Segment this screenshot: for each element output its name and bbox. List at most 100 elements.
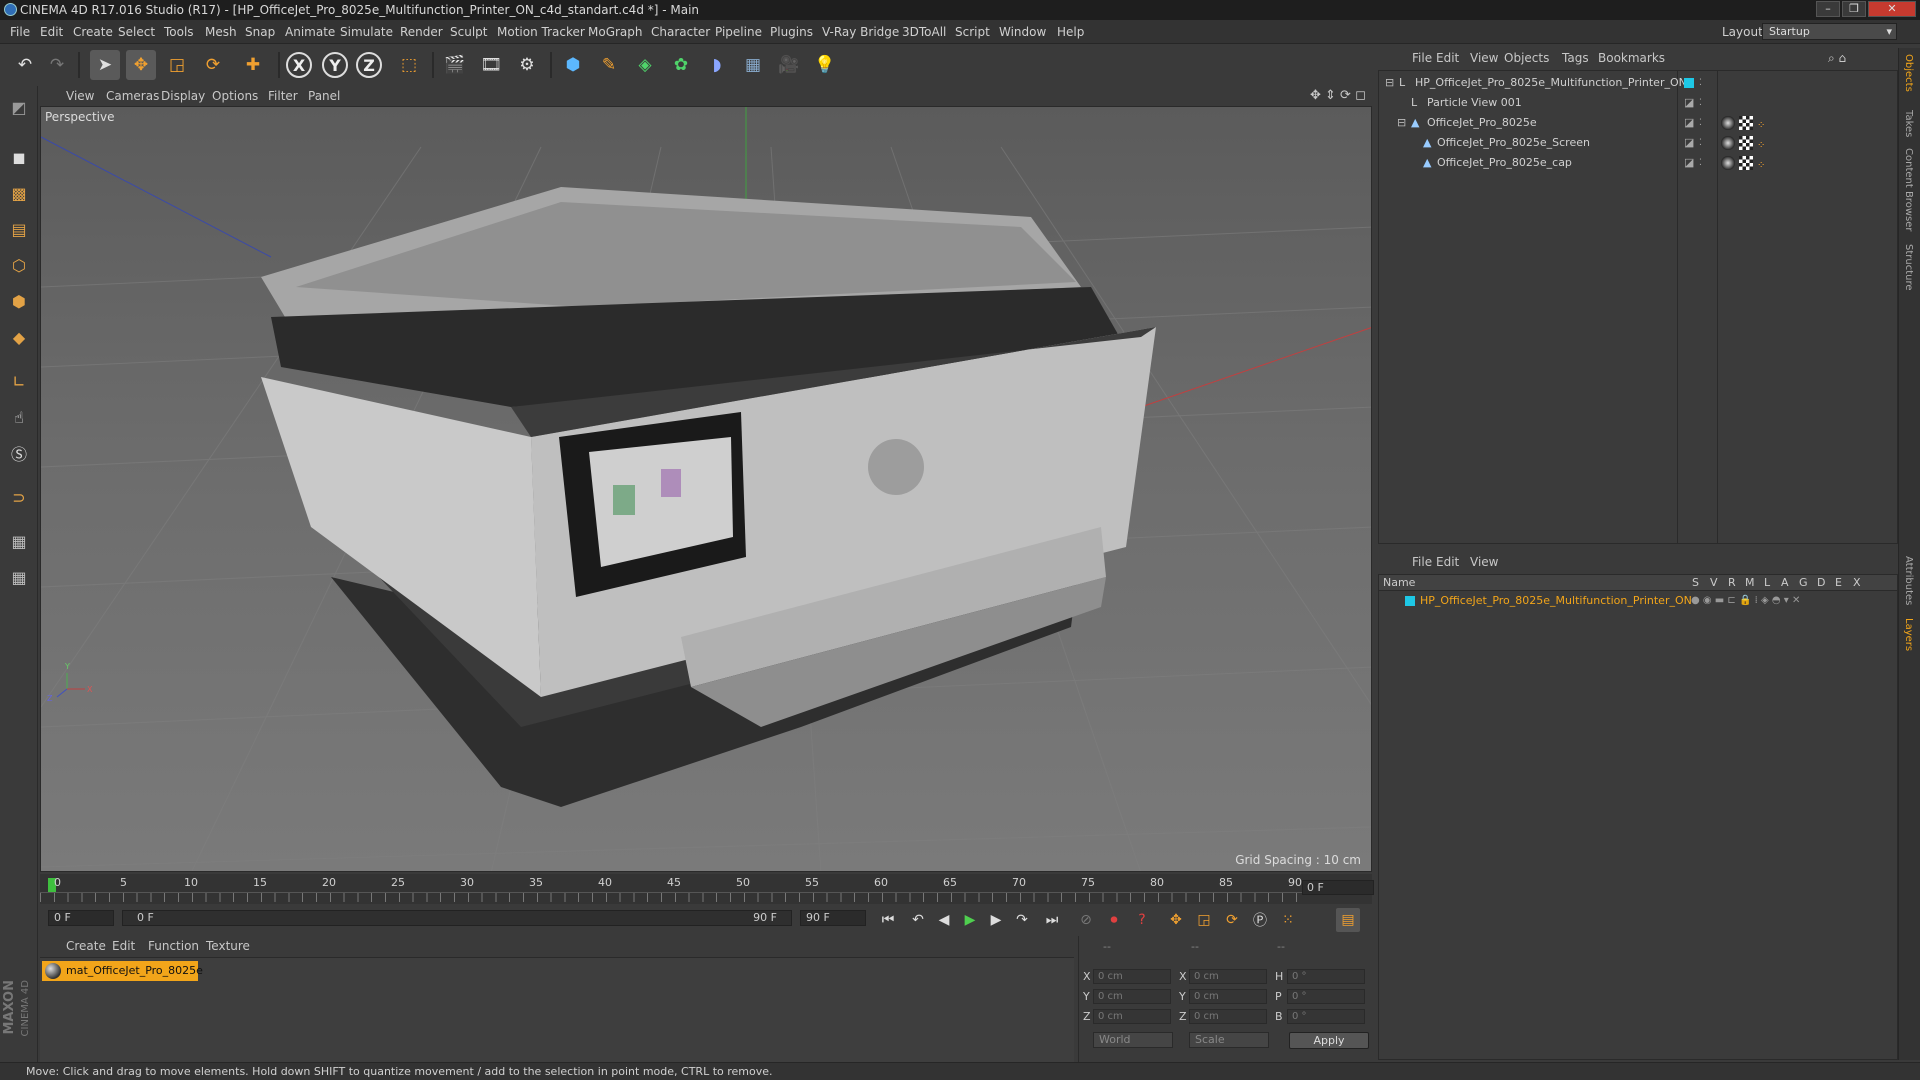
menu-motion-tracker[interactable]: Motion Tracker xyxy=(497,20,585,44)
edit-check-icon[interactable]: ◪ xyxy=(1684,153,1694,173)
viewport-nav-icons[interactable]: ✥ ⇕ ⟳ ◻ xyxy=(1310,86,1366,106)
move-tool-icon[interactable]: ✥ xyxy=(126,50,156,80)
menu-help[interactable]: Help xyxy=(1057,20,1084,44)
viewport-menu-view[interactable]: View xyxy=(66,86,94,106)
viewport-menu-display[interactable]: Display xyxy=(161,86,205,106)
tab-structure[interactable]: Structure xyxy=(1903,244,1914,291)
layer-row[interactable]: HP_OfficeJet_Pro_8025e_Multifunction_Pri… xyxy=(1379,592,1897,610)
edit-check-icon[interactable]: ◪ xyxy=(1684,113,1694,133)
menu-create[interactable]: Create xyxy=(73,20,113,44)
layer-col-manager[interactable]: M xyxy=(1745,575,1755,591)
uvw-tag-icon[interactable] xyxy=(1739,116,1753,130)
go-to-start-icon[interactable]: ⏮ xyxy=(876,908,900,932)
menu-script[interactable]: Script xyxy=(955,20,990,44)
layer-col-xref[interactable]: X xyxy=(1853,575,1861,591)
layer-col-solo[interactable]: S xyxy=(1692,575,1699,591)
layer-col-name[interactable]: Name xyxy=(1383,575,1415,591)
layer-menu-edit[interactable]: Edit xyxy=(1436,552,1459,572)
viewport-menu-filter[interactable]: Filter xyxy=(268,86,298,106)
phong-tag-icon[interactable]: ⁘ xyxy=(1757,116,1771,131)
coordinate-mode-dropdown[interactable]: World xyxy=(1093,1032,1173,1048)
layer-col-generators[interactable]: G xyxy=(1799,575,1808,591)
layer-menu-view[interactable]: View xyxy=(1470,552,1498,572)
edit-check-icon[interactable]: ◪ xyxy=(1684,93,1694,113)
menu-window[interactable]: Window xyxy=(999,20,1046,44)
menu-edit[interactable]: Edit xyxy=(40,20,63,44)
workplane-mode-icon[interactable]: ▤ xyxy=(4,214,34,244)
start-frame-field[interactable]: 0 F xyxy=(48,910,114,926)
subdivision-surface-icon[interactable]: ◈ xyxy=(630,50,660,80)
visibility-dots-icon[interactable]: ⁚ xyxy=(1699,73,1702,93)
previous-frame-icon[interactable]: ◀ xyxy=(932,908,956,932)
render-view-icon[interactable]: 🎬 xyxy=(440,50,470,80)
object-row[interactable]: Ⅼ Particle View 001 ◪ ⁚ xyxy=(1379,93,1897,113)
layer-color-swatch[interactable] xyxy=(1405,596,1415,606)
object-menu-file[interactable]: File xyxy=(1412,48,1432,68)
object-menu-objects[interactable]: Objects xyxy=(1504,48,1549,68)
end-frame-field[interactable]: 90 F xyxy=(800,910,866,926)
make-editable-icon[interactable]: ◩ xyxy=(4,92,34,122)
x-axis-lock-icon[interactable]: X xyxy=(286,52,312,78)
tweak-mode-icon[interactable]: ☝ xyxy=(4,402,34,432)
menu-snap[interactable]: Snap xyxy=(245,20,275,44)
size-x-field[interactable]: 0 cm xyxy=(1189,969,1267,984)
apply-button[interactable]: Apply xyxy=(1289,1032,1369,1049)
deformer-icon[interactable]: ◗ xyxy=(702,50,732,80)
menu-tools[interactable]: Tools xyxy=(164,20,194,44)
scale-tool-icon[interactable]: ◲ xyxy=(162,50,192,80)
layer-toggle-icons[interactable]: ● ◉ ▬ ⊏ 🔒 ⁞ ◈ ◓ ▾ ✕ xyxy=(1691,592,1800,610)
close-button[interactable]: ✕ xyxy=(1868,1,1916,17)
key-position-icon[interactable]: ✥ xyxy=(1164,908,1188,932)
menu-simulate[interactable]: Simulate xyxy=(340,20,393,44)
menu-plugins[interactable]: Plugins xyxy=(770,20,813,44)
go-to-end-icon[interactable]: ⏭ xyxy=(1040,908,1064,932)
menu-render[interactable]: Render xyxy=(400,20,443,44)
edit-check-icon[interactable]: ◪ xyxy=(1684,133,1694,153)
cube-primitive-icon[interactable]: ⬢ xyxy=(558,50,588,80)
texture-mode-icon[interactable]: ▩ xyxy=(4,178,34,208)
material-tag-icon[interactable] xyxy=(1721,136,1735,150)
rotation-h-field[interactable]: 0 ° xyxy=(1287,969,1365,984)
object-manager-search-icon[interactable]: ⌕ ⌂ xyxy=(1828,48,1846,68)
timeline-window-icon[interactable]: ▤ xyxy=(1336,908,1360,932)
tab-objects[interactable]: Objects xyxy=(1903,54,1914,92)
layer-col-expressions[interactable]: E xyxy=(1835,575,1842,591)
visibility-dots-icon[interactable]: ⁚ xyxy=(1699,113,1702,133)
minimize-button[interactable]: – xyxy=(1816,1,1840,17)
menu-pipeline[interactable]: Pipeline xyxy=(715,20,762,44)
play-icon[interactable]: ▶ xyxy=(958,908,982,932)
solo-mode-icon[interactable]: Ⓢ xyxy=(4,438,34,468)
material-tag-icon[interactable] xyxy=(1721,116,1735,130)
position-y-field[interactable]: 0 cm xyxy=(1093,989,1171,1004)
menu-sculpt[interactable]: Sculpt xyxy=(450,20,487,44)
model-mode-icon[interactable]: ◼ xyxy=(4,142,34,172)
layer-col-locked[interactable]: L xyxy=(1764,575,1770,591)
layer-col-deformers[interactable]: D xyxy=(1817,575,1825,591)
material-menu-function[interactable]: Function xyxy=(148,936,199,956)
layout-dropdown[interactable]: Startup ▾ xyxy=(1762,23,1897,40)
key-parameter-icon[interactable]: Ⓟ xyxy=(1248,908,1272,932)
edges-mode-icon[interactable]: ⬢ xyxy=(4,286,34,316)
redo-icon[interactable]: ↷ xyxy=(42,50,72,80)
tab-attributes[interactable]: Attributes xyxy=(1903,556,1914,605)
snap-icon[interactable]: ⊃ xyxy=(4,482,34,512)
position-x-field[interactable]: 0 cm xyxy=(1093,969,1171,984)
menu-mograph[interactable]: MoGraph xyxy=(588,20,643,44)
phong-tag-icon[interactable]: ⁘ xyxy=(1757,136,1771,151)
y-axis-lock-icon[interactable]: Y xyxy=(322,52,348,78)
light-icon[interactable]: 💡 xyxy=(810,50,840,80)
next-key-icon[interactable]: ↷ xyxy=(1010,908,1034,932)
record-disabled-icon[interactable]: ⊘ xyxy=(1074,908,1098,932)
menu-select[interactable]: Select xyxy=(118,20,155,44)
object-menu-view[interactable]: View xyxy=(1470,48,1498,68)
workplane-lock-icon[interactable]: ▦ xyxy=(4,526,34,556)
polygons-mode-icon[interactable]: ◆ xyxy=(4,322,34,352)
render-picture-viewer-icon[interactable]: 🎞 xyxy=(476,50,506,80)
key-pla-icon[interactable]: ⁙ xyxy=(1276,908,1300,932)
key-scale-icon[interactable]: ◲ xyxy=(1192,908,1216,932)
maximize-button[interactable]: ❐ xyxy=(1842,1,1866,17)
viewport-menu-panel[interactable]: Panel xyxy=(308,86,340,106)
layer-col-render[interactable]: R xyxy=(1728,575,1736,591)
z-axis-lock-icon[interactable]: Z xyxy=(356,52,382,78)
object-row[interactable]: ⊟ ▲ OfficeJet_Pro_8025e ◪ ⁚ ⁘ xyxy=(1379,113,1897,133)
